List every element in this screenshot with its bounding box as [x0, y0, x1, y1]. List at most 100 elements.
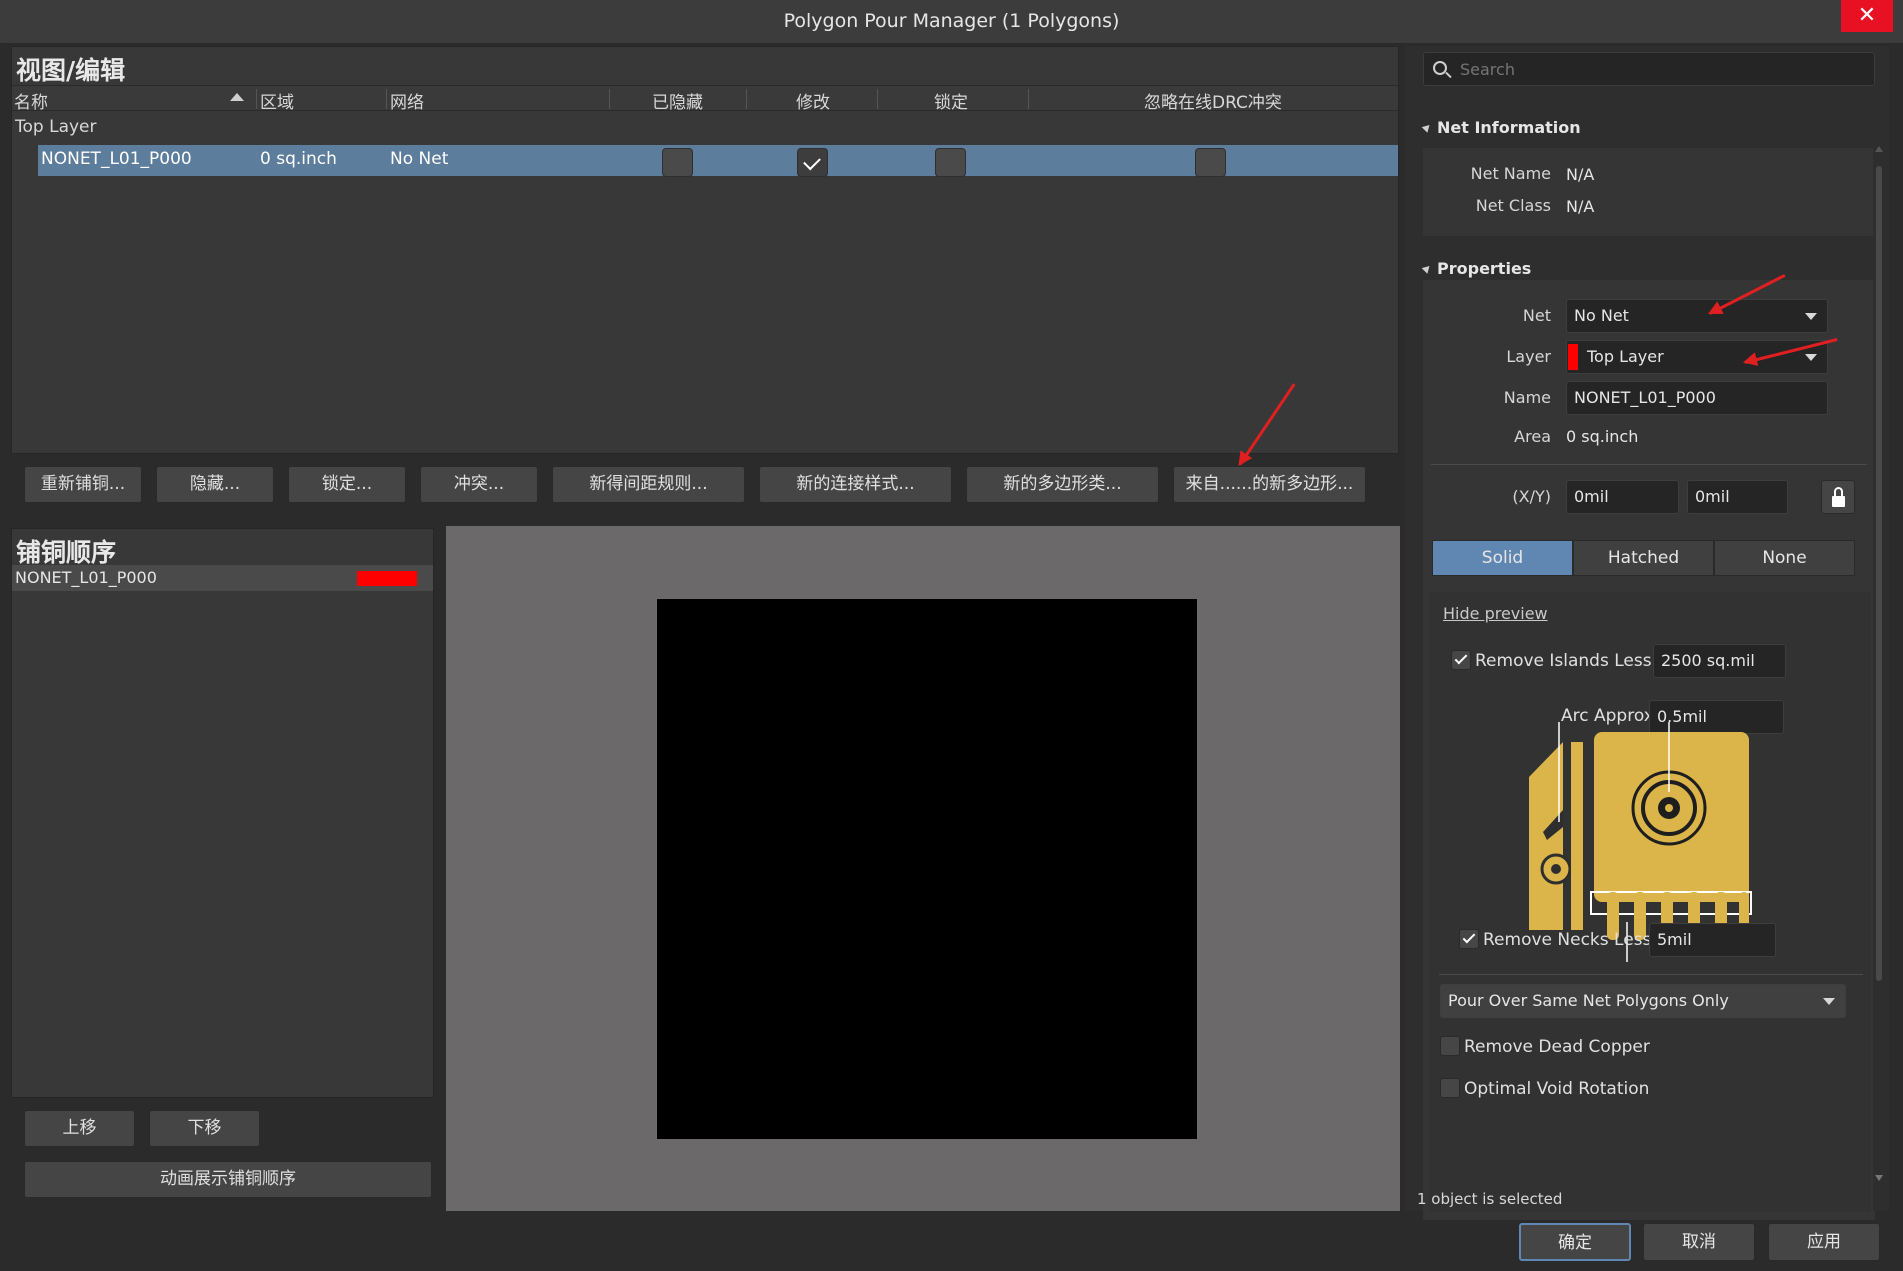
- new-clearance-rule-button[interactable]: 新得间距规则...: [552, 466, 745, 503]
- remove-islands-checkbox[interactable]: [1451, 650, 1471, 670]
- x-field[interactable]: 0mil: [1566, 480, 1679, 514]
- move-up-button[interactable]: 上移: [24, 1110, 135, 1147]
- lock-icon-body: [1832, 496, 1845, 507]
- column-separator: [256, 89, 257, 109]
- column-header-name[interactable]: 名称: [14, 88, 48, 113]
- column-header-locked[interactable]: 锁定: [934, 88, 968, 113]
- row-net: No Net: [390, 149, 449, 169]
- layer-dropdown-value: Top Layer: [1587, 347, 1664, 366]
- list-item[interactable]: NONET_L01_P000: [12, 565, 433, 591]
- scrollbar-thumb[interactable]: [1876, 166, 1882, 981]
- properties-label: Properties: [1437, 259, 1532, 278]
- lock-xy-button[interactable]: [1821, 480, 1855, 514]
- net-class-label: Net Class: [1475, 196, 1551, 215]
- group-label-top-layer: Top Layer: [15, 117, 97, 137]
- column-separator: [1028, 89, 1029, 109]
- fill-mode-solid[interactable]: Solid: [1432, 540, 1573, 576]
- search-icon: [1433, 61, 1447, 75]
- column-header-area[interactable]: 区域: [260, 88, 294, 113]
- net-dropdown[interactable]: No Net: [1566, 299, 1828, 333]
- column-header-hidden[interactable]: 已隐藏: [652, 88, 703, 113]
- row-area: 0 sq.inch: [260, 149, 337, 169]
- net-class-value: N/A: [1566, 197, 1595, 216]
- move-down-button[interactable]: 下移: [149, 1110, 260, 1147]
- remove-dead-copper-checkbox[interactable]: [1440, 1036, 1460, 1056]
- pour-order-panel: 铺铜顺序 NONET_L01_P000: [11, 528, 434, 1098]
- action-button-row: 重新铺铜... 隐藏... 锁定... 冲突... 新得间距规则... 新的连接…: [11, 466, 1401, 506]
- net-name-label: Net Name: [1470, 164, 1551, 183]
- fill-mode-none[interactable]: None: [1714, 540, 1855, 576]
- chevron-down-icon: [1805, 313, 1817, 320]
- net-name-value: N/A: [1566, 165, 1595, 184]
- row-name: NONET_L01_P000: [41, 149, 192, 169]
- net-information-header[interactable]: Net Information: [1421, 118, 1581, 137]
- hide-button[interactable]: 隐藏...: [156, 466, 274, 503]
- repour-button[interactable]: 重新铺铜...: [24, 466, 142, 503]
- optimal-void-rotation-checkbox[interactable]: [1440, 1078, 1460, 1098]
- divider: [1431, 464, 1867, 465]
- new-polygon-from-button[interactable]: 来自......的新多边形...: [1173, 466, 1366, 503]
- y-field[interactable]: 0mil: [1687, 480, 1788, 514]
- apply-button[interactable]: 应用: [1768, 1223, 1880, 1261]
- column-separator: [609, 89, 610, 109]
- violations-button[interactable]: 冲突...: [420, 466, 538, 503]
- cancel-button[interactable]: 取消: [1643, 1223, 1755, 1261]
- layer-label: Layer: [1506, 347, 1551, 366]
- lock-button[interactable]: 锁定...: [288, 466, 406, 503]
- modify-checkbox[interactable]: [797, 148, 828, 177]
- scroll-up-icon[interactable]: [1875, 146, 1883, 152]
- name-field[interactable]: NONET_L01_P000: [1566, 381, 1828, 415]
- net-information-section: Net Name N/A Net Class N/A: [1423, 148, 1875, 236]
- table-row[interactable]: NONET_L01_P000 0 sq.inch No Net: [38, 145, 1398, 177]
- ignore-drc-checkbox[interactable]: [1195, 148, 1226, 177]
- left-area: 视图/编辑 名称 区域 网络 已隐藏 修改 锁定 忽略在线DRC冲突 Top L…: [11, 46, 1401, 1211]
- ok-button[interactable]: 确定: [1519, 1223, 1631, 1261]
- layer-color-swatch: [357, 571, 417, 586]
- net-label: Net: [1522, 306, 1551, 325]
- pour-order-title: 铺铜顺序: [16, 538, 117, 567]
- checkmark-icon: [1462, 930, 1476, 944]
- remove-dead-copper-label: Remove Dead Copper: [1464, 1037, 1650, 1057]
- column-header-modify[interactable]: 修改: [796, 88, 830, 113]
- close-button[interactable]: ✕: [1841, 0, 1893, 32]
- hidden-checkbox[interactable]: [662, 148, 693, 177]
- remove-necks-checkbox[interactable]: [1459, 929, 1479, 949]
- pour-over-dropdown[interactable]: Pour Over Same Net Polygons Only: [1440, 984, 1846, 1018]
- properties-header[interactable]: Properties: [1421, 259, 1532, 278]
- grid-header: 名称 区域 网络 已隐藏 修改 锁定 忽略在线DRC冲突: [12, 85, 1398, 113]
- column-separator: [746, 89, 747, 109]
- new-connect-style-button[interactable]: 新的连接样式...: [759, 466, 952, 503]
- properties-scrollbar[interactable]: [1873, 136, 1885, 1211]
- search-input[interactable]: [1460, 57, 1860, 81]
- hide-preview-link[interactable]: Hide preview: [1443, 604, 1548, 623]
- divider: [1439, 974, 1863, 975]
- remove-necks-field[interactable]: 5mil: [1649, 923, 1776, 957]
- copper-strip-shape: [1571, 742, 1583, 930]
- status-text: 1 object is selected: [1417, 1190, 1563, 1208]
- column-header-net[interactable]: 网络: [390, 88, 424, 113]
- net-information-label: Net Information: [1437, 118, 1581, 137]
- collapse-triangle-icon: [1421, 263, 1433, 274]
- layer-dropdown[interactable]: Top Layer: [1566, 340, 1828, 374]
- fill-mode-hatched[interactable]: Hatched: [1573, 540, 1714, 576]
- column-header-ignore-drc[interactable]: 忽略在线DRC冲突: [1144, 88, 1282, 113]
- new-polygon-class-button[interactable]: 新的多边形类...: [966, 466, 1159, 503]
- animate-pour-order-button[interactable]: 动画展示铺铜顺序: [24, 1161, 432, 1198]
- sort-ascending-icon: [230, 93, 244, 101]
- optimal-void-rotation-label: Optimal Void Rotation: [1464, 1079, 1650, 1099]
- xy-label: (X/Y): [1512, 487, 1551, 506]
- remove-islands-field[interactable]: 2500 sq.mil: [1653, 644, 1786, 678]
- scroll-down-icon[interactable]: [1875, 1175, 1883, 1181]
- view-edit-panel: 视图/编辑 名称 区域 网络 已隐藏 修改 锁定 忽略在线DRC冲突 Top L…: [11, 46, 1399, 454]
- polygon-preview-pane: [446, 526, 1400, 1211]
- via-hole: [1551, 864, 1561, 874]
- pour-order-item-name: NONET_L01_P000: [15, 568, 157, 587]
- search-box[interactable]: [1423, 52, 1875, 86]
- area-value: 0 sq.inch: [1566, 427, 1639, 446]
- window-title: Polygon Pour Manager (1 Polygons): [783, 10, 1120, 32]
- chevron-down-icon: [1805, 354, 1817, 361]
- solid-options-section: Hide preview Remove Islands Less Than 25…: [1429, 592, 1871, 1212]
- pad-hole-center: [1665, 804, 1673, 812]
- locked-checkbox[interactable]: [935, 148, 966, 177]
- polygon-preview-canvas: [657, 599, 1197, 1139]
